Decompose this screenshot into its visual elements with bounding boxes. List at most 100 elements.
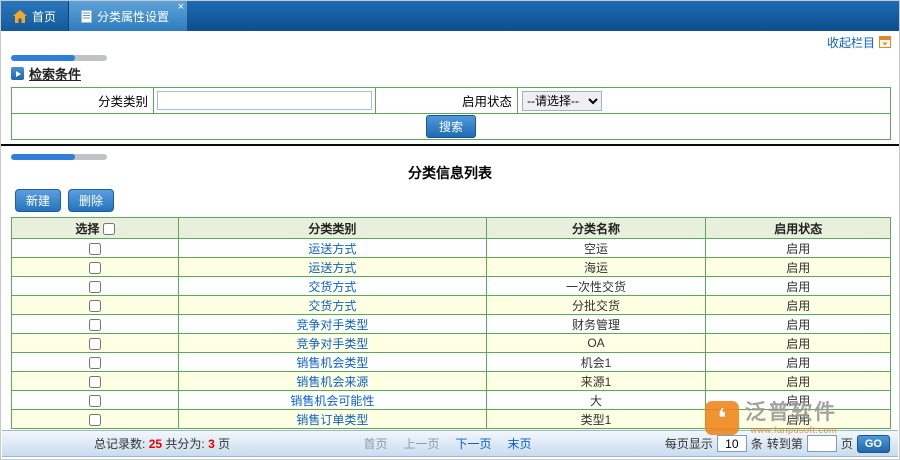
prev-page-link[interactable]: 上一页	[403, 435, 439, 452]
col-name: 分类名称	[486, 218, 706, 239]
total-label: 总记录数:	[94, 437, 145, 451]
last-page-link[interactable]: 末页	[507, 435, 531, 452]
per-page-label: 每页显示	[665, 435, 713, 452]
row-status-cell: 启用	[706, 391, 891, 410]
row-category-link[interactable]: 运送方式	[308, 242, 356, 256]
collapse-icon[interactable]	[879, 36, 891, 48]
row-select-cell	[12, 410, 179, 429]
tab-home[interactable]: 首页	[1, 1, 69, 31]
row-category-cell: 销售机会可能性	[179, 391, 487, 410]
row-checkbox[interactable]	[89, 262, 101, 274]
row-category-link[interactable]: 竞争对手类型	[296, 337, 368, 351]
row-name-cell: 分批交货	[486, 296, 706, 315]
row-name-cell: 一次性交货	[486, 277, 706, 296]
row-checkbox[interactable]	[89, 395, 101, 407]
tab-close-icon[interactable]: ×	[178, 2, 184, 13]
search-section-title: 检索条件	[29, 64, 81, 83]
select-all-checkbox[interactable]	[103, 223, 115, 235]
category-type-input[interactable]	[157, 91, 372, 110]
row-checkbox[interactable]	[89, 338, 101, 350]
col-select-label: 选择	[75, 222, 99, 236]
pagination-summary: 总记录数: 25 共分为: 3 页	[94, 435, 230, 452]
row-name-cell: 机会1	[486, 353, 706, 372]
category-table: 选择 分类类别 分类名称 启用状态 运送方式 空运 启用 运送方式 海运 启用 …	[11, 217, 891, 429]
row-category-cell: 销售订单类型	[179, 410, 487, 429]
row-checkbox[interactable]	[89, 357, 101, 369]
goto-page-input[interactable]	[807, 435, 837, 452]
row-category-link[interactable]: 竞争对手类型	[296, 318, 368, 332]
row-checkbox[interactable]	[89, 281, 101, 293]
pagination-controls: 每页显示 条 转到第 页 GO	[665, 435, 890, 453]
row-category-link[interactable]: 交货方式	[308, 280, 356, 294]
row-select-cell	[12, 239, 179, 258]
table-row: 交货方式 一次性交货 启用	[12, 277, 891, 296]
row-select-cell	[12, 334, 179, 353]
row-category-cell: 竞争对手类型	[179, 315, 487, 334]
table-row: 销售订单类型 类型1 启用	[12, 410, 891, 429]
enable-status-select[interactable]: --请选择--	[522, 91, 602, 111]
section-arrow-icon	[11, 67, 24, 80]
row-select-cell	[12, 372, 179, 391]
pagination-links: 首页 上一页 下一页 末页	[230, 435, 665, 452]
tab-category-settings[interactable]: 分类属性设置 ×	[69, 1, 187, 31]
row-category-link[interactable]: 销售机会来源	[296, 375, 368, 389]
row-name-cell: 来源1	[486, 372, 706, 391]
row-category-cell: 销售机会类型	[179, 353, 487, 372]
row-status-cell: 启用	[706, 296, 891, 315]
table-row: 竞争对手类型 财务管理 启用	[12, 315, 891, 334]
progress-bar-top	[11, 55, 107, 61]
row-category-cell: 运送方式	[179, 258, 487, 277]
tab-home-label: 首页	[32, 8, 56, 25]
row-status-cell: 启用	[706, 239, 891, 258]
goto-label: 转到第	[767, 435, 803, 452]
row-status-cell: 启用	[706, 410, 891, 429]
pages-value: 3	[208, 437, 215, 451]
pagination-bar: 总记录数: 25 共分为: 3 页 首页 上一页 下一页 末页 每页显示 条 转…	[2, 430, 898, 457]
go-button[interactable]: GO	[857, 435, 890, 453]
row-checkbox[interactable]	[89, 243, 101, 255]
col-status: 启用状态	[706, 218, 891, 239]
row-category-cell: 运送方式	[179, 239, 487, 258]
row-status-cell: 启用	[706, 258, 891, 277]
category-type-label: 分类类别	[12, 88, 154, 114]
row-select-cell	[12, 277, 179, 296]
search-button[interactable]: 搜索	[426, 115, 476, 138]
row-category-link[interactable]: 销售机会可能性	[290, 394, 374, 408]
row-name-cell: 类型1	[486, 410, 706, 429]
delete-button[interactable]: 删除	[68, 189, 114, 212]
row-checkbox[interactable]	[89, 376, 101, 388]
first-page-link[interactable]: 首页	[363, 435, 387, 452]
row-name-cell: OA	[486, 334, 706, 353]
col-category: 分类类别	[179, 218, 487, 239]
next-page-link[interactable]: 下一页	[455, 435, 491, 452]
tab-category-label: 分类属性设置	[97, 8, 169, 25]
goto-unit: 页	[841, 435, 853, 452]
table-row: 销售机会来源 来源1 启用	[12, 372, 891, 391]
row-category-cell: 交货方式	[179, 296, 487, 315]
row-checkbox[interactable]	[89, 414, 101, 426]
row-category-link[interactable]: 运送方式	[308, 261, 356, 275]
row-status-cell: 启用	[706, 372, 891, 391]
collapse-columns-link[interactable]: 收起栏目	[827, 34, 875, 51]
row-checkbox[interactable]	[89, 319, 101, 331]
row-checkbox[interactable]	[89, 300, 101, 312]
row-category-link[interactable]: 交货方式	[308, 299, 356, 313]
collapse-row: 收起栏目	[1, 31, 899, 51]
table-row: 竞争对手类型 OA 启用	[12, 334, 891, 353]
row-name-cell: 海运	[486, 258, 706, 277]
action-buttons: 新建 删除	[15, 189, 899, 212]
row-category-link[interactable]: 销售机会类型	[296, 356, 368, 370]
row-status-cell: 启用	[706, 334, 891, 353]
table-row: 运送方式 海运 启用	[12, 258, 891, 277]
per-page-input[interactable]	[717, 435, 747, 452]
search-form: 分类类别 启用状态 --请选择-- 搜索	[11, 87, 891, 140]
row-status-cell: 启用	[706, 315, 891, 334]
row-category-cell: 竞争对手类型	[179, 334, 487, 353]
list-title: 分类信息列表	[1, 163, 899, 183]
per-page-unit: 条	[751, 435, 763, 452]
row-select-cell	[12, 315, 179, 334]
home-icon	[13, 10, 27, 23]
pages-unit: 页	[218, 437, 230, 451]
new-button[interactable]: 新建	[15, 189, 61, 212]
row-category-link[interactable]: 销售订单类型	[296, 413, 368, 427]
